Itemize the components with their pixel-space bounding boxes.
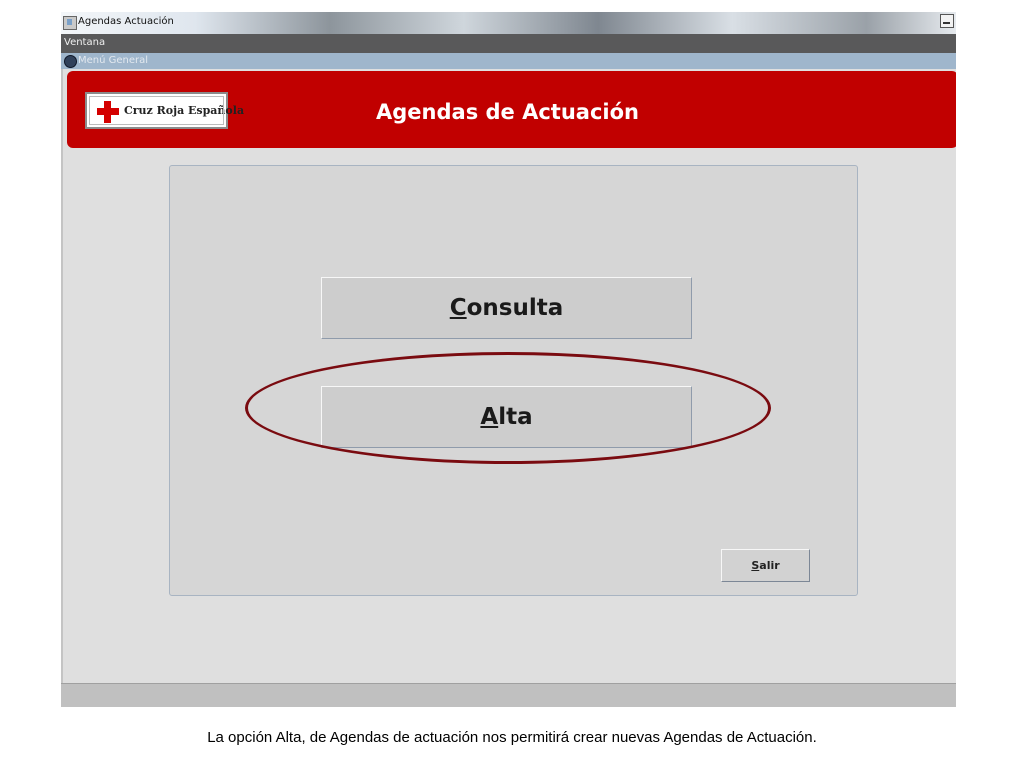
header-banner: Cruz Roja Española Agendas de Actuación <box>67 71 956 148</box>
caption: La opción Alta, de Agendas de actuación … <box>207 729 817 746</box>
frame-icon <box>64 55 77 68</box>
window-titlebar[interactable]: Agendas Actuación <box>61 12 956 35</box>
internal-frame-title: Menú General <box>78 55 149 66</box>
menu-ventana[interactable]: Ventana <box>64 37 105 48</box>
app-icon <box>63 16 77 30</box>
window-title: Agendas Actuación <box>78 16 174 27</box>
menubar: Ventana <box>61 34 956 53</box>
status-bar <box>61 683 956 707</box>
internal-frame-titlebar[interactable]: Menú General <box>61 53 956 69</box>
page-title: Agendas de Actuación <box>376 100 639 124</box>
salir-button[interactable]: Salir <box>721 549 810 582</box>
minimize-icon[interactable] <box>940 14 954 28</box>
highlight-ellipse <box>245 352 771 464</box>
consulta-button[interactable]: Consulta <box>321 277 692 339</box>
